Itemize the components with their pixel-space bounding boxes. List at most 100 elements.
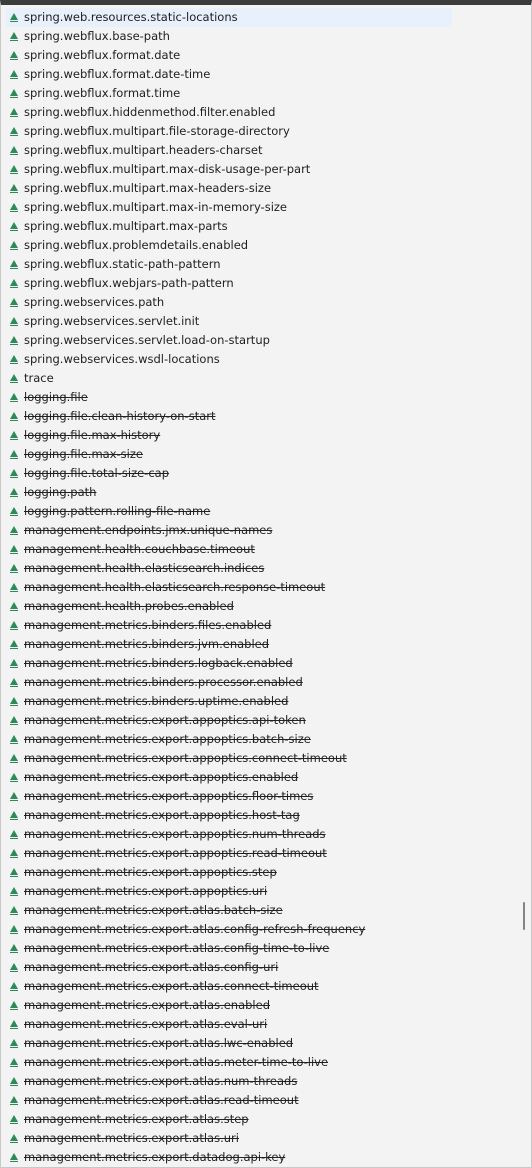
suggestion-item[interactable]: management.metrics.export.appoptics.read… — [1, 844, 521, 863]
suggestion-item[interactable]: management.metrics.export.atlas.config-r… — [1, 920, 521, 939]
suggestion-item[interactable]: management.metrics.export.atlas.config-t… — [1, 939, 521, 958]
property-icon — [10, 526, 18, 535]
suggestion-item[interactable]: spring.webservices.path — [1, 293, 521, 312]
suggestion-label: management.metrics.export.atlas.batch-si… — [24, 903, 283, 917]
suggestion-item[interactable]: spring.webservices.wsdl-locations — [1, 350, 521, 369]
suggestion-item[interactable]: logging.file.max-size — [1, 445, 521, 464]
suggestion-item[interactable]: management.health.probes.enabled — [1, 597, 521, 616]
property-icon — [10, 868, 18, 877]
property-icon — [10, 1096, 18, 1105]
suggestion-item[interactable]: spring.webflux.format.time — [1, 84, 521, 103]
suggestion-label: management.metrics.binders.uptime.enable… — [24, 694, 289, 708]
suggestion-item[interactable]: management.metrics.export.atlas.lwc-enab… — [1, 1034, 521, 1053]
suggestion-item[interactable]: logging.file — [1, 388, 521, 407]
property-icon — [10, 203, 18, 212]
property-icon — [10, 412, 18, 421]
scrollbar-thumb[interactable] — [523, 902, 525, 930]
suggestion-item[interactable]: management.health.elasticsearch.response… — [1, 578, 521, 597]
suggestion-label: management.metrics.export.appoptics.host… — [24, 808, 300, 822]
suggestion-item[interactable]: management.metrics.export.atlas.num-thre… — [1, 1072, 521, 1091]
suggestion-item[interactable]: management.metrics.binders.uptime.enable… — [1, 692, 521, 711]
suggestion-item[interactable]: management.metrics.export.atlas.config-u… — [1, 958, 521, 977]
suggestion-item[interactable]: management.metrics.export.appoptics.batc… — [1, 730, 521, 749]
suggestion-item[interactable]: spring.webflux.multipart.max-in-memory-s… — [1, 198, 521, 217]
suggestion-label: management.metrics.binders.processor.ena… — [24, 675, 303, 689]
suggestion-item[interactable]: management.metrics.export.atlas.batch-si… — [1, 901, 521, 920]
suggestion-item[interactable]: logging.file.total-size-cap — [1, 464, 521, 483]
suggestion-label: management.metrics.export.appoptics.conn… — [24, 751, 347, 765]
suggestion-item[interactable]: spring.webflux.multipart.file-storage-di… — [1, 122, 521, 141]
property-icon — [10, 754, 18, 763]
suggestion-item[interactable]: management.metrics.binders.files.enabled — [1, 616, 521, 635]
suggestion-item[interactable]: management.metrics.export.appoptics.enab… — [1, 768, 521, 787]
property-icon — [10, 811, 18, 820]
suggestion-item[interactable]: management.metrics.export.appoptics.host… — [1, 806, 521, 825]
suggestion-label: spring.webflux.format.date-time — [24, 67, 211, 81]
suggestion-label: management.metrics.export.atlas.lwc-enab… — [24, 1036, 294, 1050]
suggestion-item[interactable]: spring.webflux.static-path-pattern — [1, 255, 521, 274]
suggestion-label: management.metrics.export.appoptics.floo… — [24, 789, 314, 803]
suggestion-item[interactable]: management.endpoints.jmx.unique-names — [1, 521, 521, 540]
property-icon — [10, 431, 18, 440]
suggestion-label: management.endpoints.jmx.unique-names — [24, 523, 273, 537]
suggestion-item[interactable]: spring.webflux.format.date — [1, 46, 521, 65]
suggestion-item[interactable]: management.metrics.export.atlas.eval-uri — [1, 1015, 521, 1034]
suggestion-item[interactable]: management.metrics.export.atlas.read-tim… — [1, 1091, 521, 1110]
suggestion-item[interactable]: spring.webflux.webjars-path-pattern — [1, 274, 521, 293]
suggestion-item[interactable]: management.metrics.binders.logback.enabl… — [1, 654, 521, 673]
suggestion-item[interactable]: spring.webflux.hiddenmethod.filter.enabl… — [1, 103, 521, 122]
suggestion-item[interactable]: management.metrics.export.atlas.step — [1, 1110, 521, 1129]
suggestion-item[interactable]: spring.webflux.base-path — [1, 27, 521, 46]
property-icon — [10, 849, 18, 858]
suggestion-item[interactable]: management.metrics.binders.processor.ena… — [1, 673, 521, 692]
property-icon — [10, 450, 18, 459]
suggestion-item[interactable]: management.metrics.export.atlas.enabled — [1, 996, 521, 1015]
suggestion-item[interactable]: management.metrics.export.datadog.api-ke… — [1, 1148, 521, 1167]
suggestion-item[interactable]: spring.webflux.problemdetails.enabled — [1, 236, 521, 255]
suggestion-item[interactable]: logging.file.max-history — [1, 426, 521, 445]
suggestion-item[interactable]: logging.pattern.rolling-file-name — [1, 502, 521, 521]
suggestion-item[interactable]: management.metrics.export.appoptics.num-… — [1, 825, 521, 844]
suggestion-item[interactable]: logging.file.clean-history-on-start — [1, 407, 521, 426]
suggestion-item[interactable]: spring.webservices.servlet.init — [1, 312, 521, 331]
property-icon — [10, 70, 18, 79]
property-icon — [10, 89, 18, 98]
suggestion-label: spring.webflux.multipart.headers-charset — [24, 143, 263, 157]
property-icon — [10, 507, 18, 516]
property-icon — [10, 697, 18, 706]
suggestion-item[interactable]: spring.webflux.format.date-time — [1, 65, 521, 84]
property-icon — [10, 165, 18, 174]
suggestion-item[interactable]: spring.webflux.multipart.headers-charset — [1, 141, 521, 160]
suggestion-item[interactable]: management.health.elasticsearch.indices — [1, 559, 521, 578]
suggestion-label: management.metrics.export.datadog.api-ke… — [24, 1150, 286, 1164]
suggestion-item[interactable]: management.metrics.export.appoptics.conn… — [1, 749, 521, 768]
suggestion-label: management.metrics.binders.files.enabled — [24, 618, 272, 632]
property-icon — [10, 222, 18, 231]
suggestion-label: logging.file.max-history — [24, 428, 161, 442]
suggestion-label: management.metrics.binders.logback.enabl… — [24, 656, 293, 670]
suggestion-item[interactable]: spring.webservices.servlet.load-on-start… — [1, 331, 521, 350]
suggestion-item[interactable]: management.metrics.export.appoptics.api-… — [1, 711, 521, 730]
suggestion-item[interactable]: spring.web.resources.static-locations — [1, 8, 521, 27]
suggestion-item[interactable]: spring.webflux.multipart.max-headers-siz… — [1, 179, 521, 198]
property-icon — [10, 260, 18, 269]
suggestion-item[interactable]: trace — [1, 369, 521, 388]
property-icon — [10, 583, 18, 592]
suggestion-item[interactable]: logging.path — [1, 483, 521, 502]
suggestion-item[interactable]: management.metrics.binders.jvm.enabled — [1, 635, 521, 654]
suggestion-item[interactable]: management.health.couchbase.timeout — [1, 540, 521, 559]
suggestion-item[interactable]: spring.webflux.multipart.max-disk-usage-… — [1, 160, 521, 179]
suggestion-item[interactable]: management.metrics.export.atlas.uri — [1, 1129, 521, 1148]
suggestion-item[interactable]: management.metrics.export.appoptics.step — [1, 863, 521, 882]
suggestion-item[interactable]: spring.webflux.multipart.max-parts — [1, 217, 521, 236]
suggestion-label: spring.webflux.static-path-pattern — [24, 257, 221, 271]
suggestion-item[interactable]: management.metrics.export.appoptics.floo… — [1, 787, 521, 806]
suggestion-list: spring.web.resources.static-locations spr… — [1, 8, 521, 1167]
property-icon — [10, 184, 18, 193]
property-icon — [10, 1001, 18, 1010]
suggestion-item[interactable]: management.metrics.export.atlas.meter-ti… — [1, 1053, 521, 1072]
suggestion-label: management.metrics.export.appoptics.enab… — [24, 770, 299, 784]
suggestion-label: spring.webservices.wsdl-locations — [24, 352, 220, 366]
suggestion-item[interactable]: management.metrics.export.appoptics.uri — [1, 882, 521, 901]
suggestion-item[interactable]: management.metrics.export.atlas.connect-… — [1, 977, 521, 996]
